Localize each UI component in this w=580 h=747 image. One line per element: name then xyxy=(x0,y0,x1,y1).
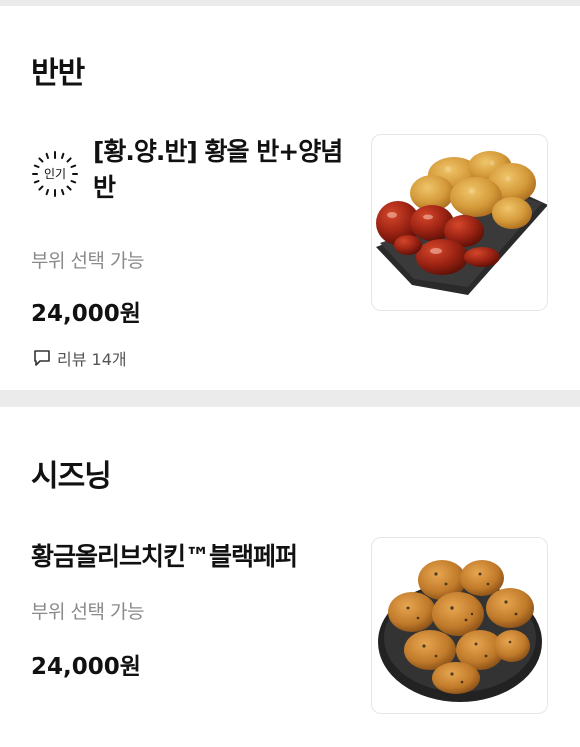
option-text: 부위 선택 가능 xyxy=(31,601,144,623)
price: 24,000원 xyxy=(31,301,141,327)
section-title: 반반 xyxy=(31,56,85,91)
menu-name-row: 인기 [황.양.반] 황올 반+양념 반 xyxy=(31,134,351,206)
badge-label: 인기 xyxy=(43,167,67,181)
review-label: 리뷰 14개 xyxy=(57,350,127,369)
menu-name[interactable]: 황금올리브치킨™블랙페퍼 xyxy=(31,539,361,575)
price: 24,000원 xyxy=(31,654,141,680)
menu-section-seasoning: 시즈닝 황금올리브치킨™블랙페퍼 부위 선택 가능 24,000원 xyxy=(0,407,580,747)
section-title: 시즈닝 xyxy=(31,459,112,494)
menu-name[interactable]: [황.양.반] 황올 반+양념 반 xyxy=(31,134,351,206)
menu-section-banban: 반반 인기 [황.양.반] 황올 반+양념 반 부위 선택 가능 24,000원… xyxy=(0,6,580,390)
review-count[interactable]: 리뷰 14개 xyxy=(33,346,127,370)
black-pepper-chicken-image xyxy=(378,560,542,702)
menu-name-row: 황금올리브치킨™블랙페퍼 xyxy=(31,539,361,575)
menu-image[interactable] xyxy=(371,134,548,311)
menu-image[interactable] xyxy=(371,537,548,714)
menu-item-card[interactable]: 황금올리브치킨™블랙페퍼 부위 선택 가능 24,000원 xyxy=(0,535,580,735)
fried-chicken-half-half-image xyxy=(376,151,547,295)
option-text: 부위 선택 가능 xyxy=(31,250,144,272)
menu-item-card[interactable]: 인기 [황.양.반] 황올 반+양념 반 부위 선택 가능 24,000원 리뷰… xyxy=(0,134,580,374)
popular-badge: 인기 xyxy=(31,150,79,198)
comment-icon xyxy=(34,350,50,366)
